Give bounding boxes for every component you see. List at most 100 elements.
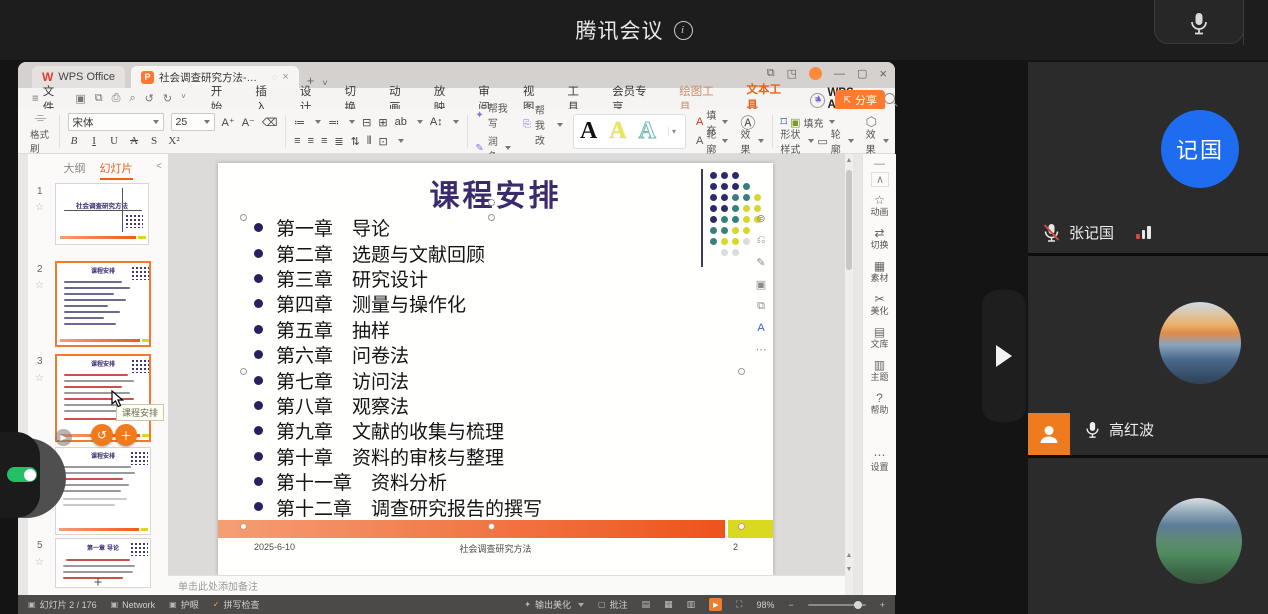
widget-toggle[interactable] <box>7 467 37 482</box>
copy-object-icon[interactable]: ⧉ <box>757 300 765 313</box>
share-button[interactable]: ⇱ 分享 <box>835 90 885 111</box>
shape-style-button[interactable]: 形状样式 ▭ 轮廓 <box>780 132 853 150</box>
text-style-plain[interactable]: A <box>580 118 597 145</box>
window-minimize-button[interactable]: — <box>834 68 845 80</box>
view-sorter-icon[interactable]: ▦ <box>664 599 673 610</box>
selection-handle[interactable] <box>240 214 247 221</box>
participant-tile-3[interactable] <box>1028 458 1268 614</box>
text-direction-icon[interactable]: A↕ <box>430 116 443 128</box>
next-slide-icon[interactable]: ▼ <box>845 566 853 573</box>
format-painter-button[interactable]: ⌯ 格式刷 <box>24 112 57 151</box>
rail-item-文库[interactable]: ▤文库 <box>863 326 896 349</box>
rail-item-帮助[interactable]: ?帮助 <box>863 392 896 415</box>
meeting-mic-button[interactable] <box>1154 0 1244 44</box>
columns-icon[interactable]: ⫴ <box>367 135 372 148</box>
char-spacing-icon[interactable]: ab <box>395 116 407 128</box>
font-name-select[interactable]: 宋体 <box>68 113 164 131</box>
fullscreen-icon[interactable]: ⛶ <box>736 599 742 610</box>
more-options-icon[interactable]: ⋯ <box>756 343 767 356</box>
info-icon[interactable]: i <box>674 21 693 40</box>
rail-item-美化[interactable]: ✂美化 <box>863 293 896 316</box>
selection-handle[interactable] <box>738 368 745 375</box>
edit-pen-icon[interactable]: ✎ <box>756 256 765 269</box>
selection-handle[interactable] <box>488 523 495 530</box>
text-box-icon[interactable]: ⊡ <box>378 135 387 148</box>
rail-item-素材[interactable]: ▦素材 <box>863 260 896 283</box>
panel-collapse-button[interactable] <box>982 290 1026 422</box>
panel-collapse-icon[interactable]: < <box>156 161 162 172</box>
font-color-icon[interactable]: A <box>757 322 764 334</box>
play-slideshow-button[interactable]: ▶ <box>709 598 722 611</box>
selection-handle[interactable] <box>738 523 745 530</box>
smart-add-button[interactable]: ＋ <box>115 424 137 446</box>
tab-outline[interactable]: 大纲 <box>64 160 86 180</box>
align-justify-icon[interactable]: ≣ <box>334 135 343 148</box>
text-style-gallery[interactable]: A A A ▾ <box>573 114 686 149</box>
zoom-out-button[interactable]: − <box>788 600 793 610</box>
bullet-list-icon[interactable]: ≔ <box>294 116 305 129</box>
prev-slide-icon[interactable]: ▲ <box>845 552 853 559</box>
clear-format-icon[interactable]: ⌫ <box>262 116 278 129</box>
status-beautify-button[interactable]: ✦ 输出美化 <box>524 598 584 611</box>
decrease-font-icon[interactable]: A⁻ <box>242 116 255 129</box>
slide-bottom-bar-accent[interactable] <box>728 520 773 538</box>
slide-thumb-4[interactable]: 课程安排 <box>55 447 151 535</box>
account-avatar[interactable] <box>809 67 822 80</box>
status-item[interactable]: ▣Network <box>111 600 156 610</box>
rotate-handle[interactable] <box>488 199 495 206</box>
shape-fill-label[interactable]: 填充 <box>803 115 823 130</box>
notes-bar[interactable]: 单击此处添加备注 <box>168 575 845 595</box>
font-style-button[interactable]: U <box>108 135 121 147</box>
increase-font-icon[interactable]: A⁺ <box>222 116 235 129</box>
window-layout-icon[interactable]: ⧉ <box>767 67 775 80</box>
rail-scroll-up-icon[interactable]: ∧ <box>871 172 889 187</box>
status-item[interactable]: ▣护眼 <box>169 598 199 611</box>
zoom-slider[interactable] <box>808 604 866 606</box>
ai-write-button[interactable]: ✦ 帮我写 <box>475 100 510 130</box>
numbered-list-icon[interactable]: ≕ <box>328 116 339 129</box>
status-item[interactable]: ▣幻灯片 2 / 176 <box>28 598 97 611</box>
text-outline-button[interactable]: A 轮廓 <box>696 132 728 150</box>
selection-handle[interactable] <box>240 368 247 375</box>
star-icon[interactable]: ☆ <box>35 202 44 213</box>
slide-bottom-bar[interactable] <box>218 520 725 538</box>
smart-refresh-button[interactable]: ↺ <box>91 424 113 446</box>
canvas-scrollbar[interactable]: ▲ ▲ ▼ <box>845 154 853 595</box>
gallery-dropdown[interactable]: ▾ <box>668 127 679 136</box>
quick-access-dropdown[interactable]: ˅ <box>181 92 186 105</box>
font-style-button[interactable]: A <box>128 135 141 147</box>
text-style-outline[interactable]: A <box>639 118 656 145</box>
rail-collapse-icon[interactable]: — <box>863 158 896 170</box>
current-slide[interactable]: 课程安排 第一章 导论 第二章 选题与 <box>218 163 773 575</box>
selection-handle[interactable] <box>240 523 247 530</box>
scroll-up-icon[interactable]: ▲ <box>845 157 853 164</box>
preview-play-button[interactable]: ▶ <box>55 429 72 446</box>
window-maximize-button[interactable]: ▢ <box>857 67 867 80</box>
shape-outline-label[interactable]: 轮廓 <box>831 126 842 156</box>
chapter-list[interactable]: 第一章 导论 第二章 选题与文献回顾 第三章 研究设计 <box>254 215 734 520</box>
status-comment-button[interactable]: ▢ 批注 <box>598 598 628 611</box>
window-close-button[interactable]: × <box>879 66 887 81</box>
ai-edit-button[interactable]: ⎘ 帮我改 <box>523 102 563 147</box>
add-slide-button[interactable]: + <box>28 574 168 591</box>
window-pin-icon[interactable]: ◳ <box>787 67 797 80</box>
align-right-icon[interactable]: ≡ <box>321 135 327 147</box>
rail-item-切换[interactable]: ⇄切换 <box>863 227 896 250</box>
font-style-button[interactable]: S <box>148 135 161 147</box>
star-icon[interactable]: ☆ <box>35 373 44 384</box>
view-normal-icon[interactable]: ▤ <box>642 599 651 610</box>
search-icon[interactable] <box>884 93 895 104</box>
attach-icon[interactable]: ⎌ <box>757 234 766 247</box>
rail-item-动画[interactable]: ☆动画 <box>863 194 896 217</box>
align-center-icon[interactable]: ≡ <box>308 135 314 147</box>
slide-title[interactable]: 课程安排 <box>218 171 773 215</box>
export-icon[interactable]: ⧉ <box>95 92 103 105</box>
scrollbar-thumb[interactable] <box>846 170 852 270</box>
font-style-button[interactable]: X² <box>168 135 181 147</box>
zoom-slider-knob[interactable] <box>854 601 862 609</box>
font-style-button[interactable]: I <box>88 135 101 147</box>
print-icon[interactable]: ⎙ <box>112 92 121 105</box>
align-left-icon[interactable]: ≡ <box>294 135 300 147</box>
text-style-yellow[interactable]: A <box>609 118 626 145</box>
slide-thumb-1[interactable]: 社会调查研究方法 <box>55 183 149 245</box>
